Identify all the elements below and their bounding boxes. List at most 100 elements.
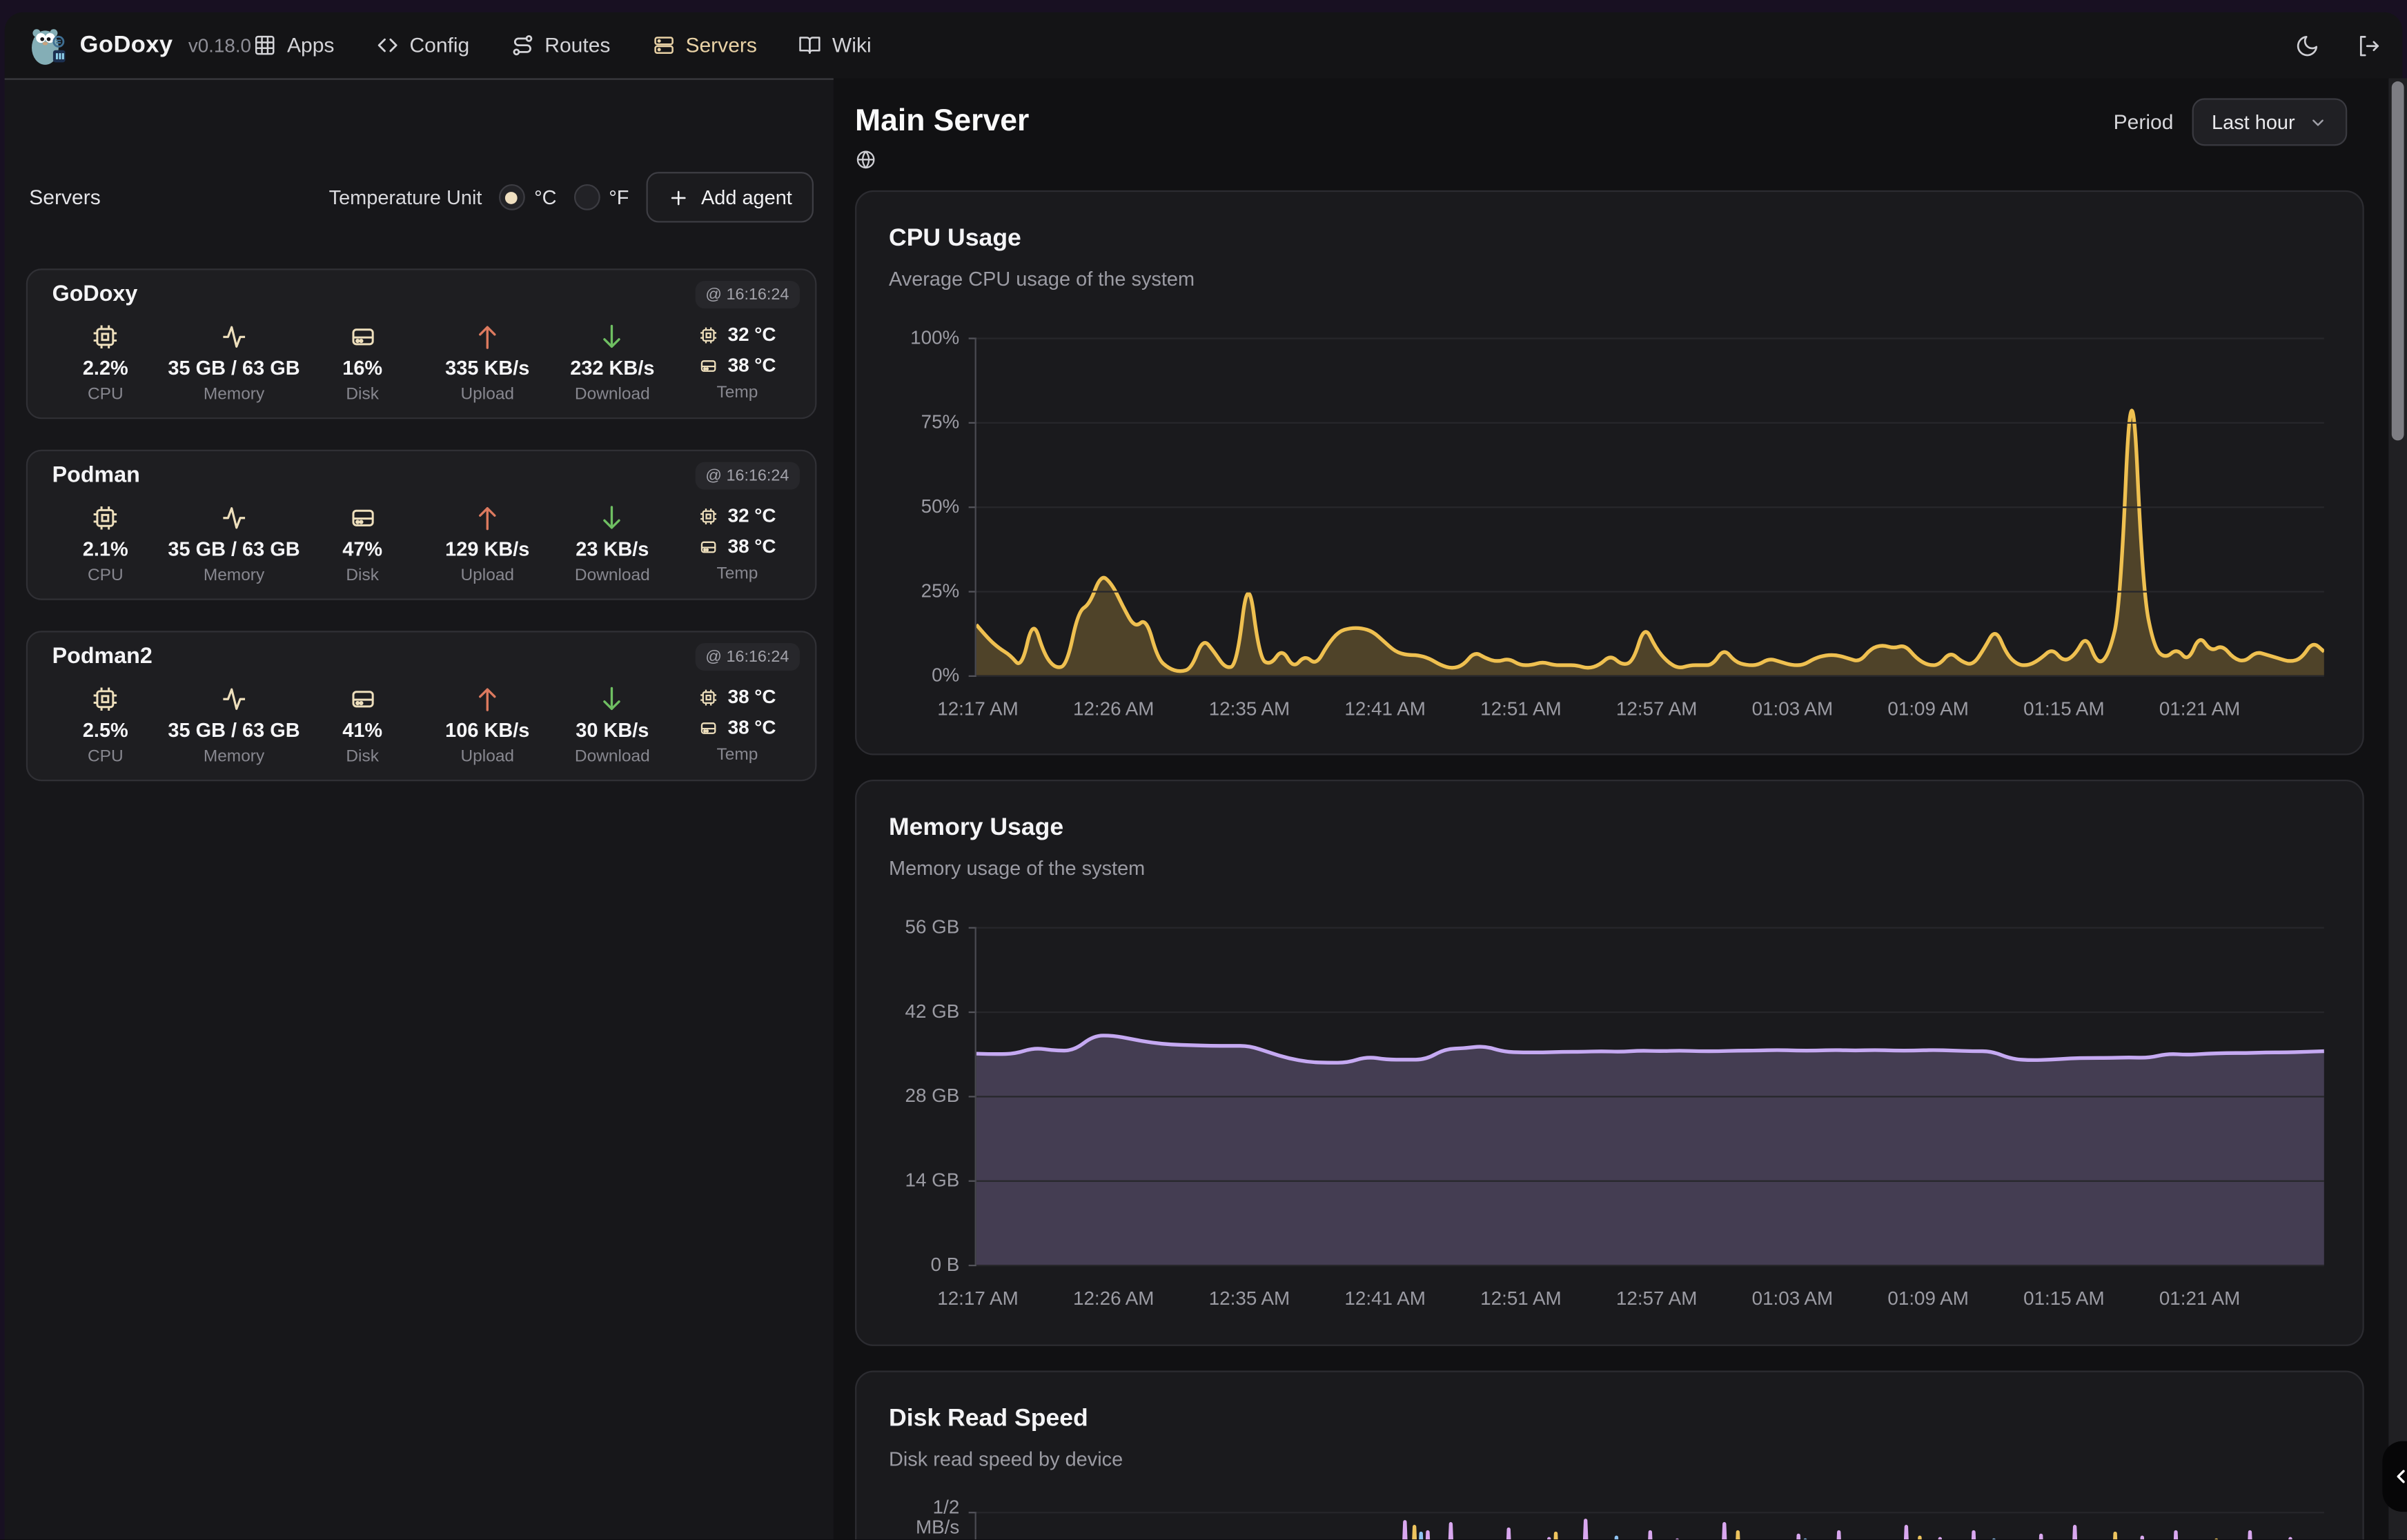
- y-axis-tick-label: 56 GB: [856, 916, 959, 938]
- stat-memory: 35 GB / 63 GB Memory: [168, 319, 299, 404]
- y-axis-tick-label: 1/2MB/s: [856, 1498, 959, 1538]
- nav-item-wiki[interactable]: Wiki: [798, 34, 872, 57]
- upload-value: 106 KB/s: [445, 715, 529, 744]
- x-axis-tick-label: 01:03 AM: [1752, 698, 1834, 720]
- x-axis-tick-label: 12:51 AM: [1480, 1287, 1562, 1309]
- y-axis-tick-label: 42 GB: [856, 1000, 959, 1022]
- stat-temp: 38 °C 38 °C Temp: [675, 682, 800, 766]
- nav-label: Servers: [685, 34, 756, 57]
- servers-panel-title: Servers: [29, 186, 100, 208]
- main-panel: Main Server Period Last hour CPU Usage A…: [834, 78, 2390, 1539]
- x-axis-tick-label: 01:21 AM: [2159, 1287, 2241, 1309]
- disk-label: Disk: [346, 385, 379, 404]
- x-axis-tick-label: 12:17 AM: [937, 698, 1019, 720]
- cpu-icon: [91, 322, 120, 351]
- upload-label: Upload: [460, 566, 514, 585]
- nav-item-apps[interactable]: Apps: [253, 34, 334, 57]
- x-axis-tick-label: 12:41 AM: [1344, 698, 1426, 720]
- plus-icon: [667, 186, 689, 208]
- server-card-godoxy[interactable]: GoDoxy @ 16:16:24 2.2% CPU 35 GB / 63 GB…: [26, 268, 817, 419]
- stat-disk: 16% Disk: [300, 319, 425, 404]
- memory-chart-subtitle: Memory usage of the system: [889, 856, 1145, 879]
- activity-icon: [219, 684, 248, 713]
- download-label: Download: [575, 747, 650, 766]
- arrow-down-icon: [598, 503, 627, 532]
- nav-label: Wiki: [832, 34, 872, 57]
- disk-value: 41%: [342, 715, 382, 744]
- logout-icon[interactable]: [2357, 33, 2381, 58]
- nav-items: Apps Config Routes Servers Wiki: [253, 12, 872, 79]
- code-icon: [376, 34, 399, 57]
- temp-label: Temp: [717, 746, 758, 764]
- memory-value: 35 GB / 63 GB: [168, 353, 299, 382]
- grid-icon: [253, 34, 276, 57]
- stat-upload: 106 KB/s Upload: [425, 682, 550, 766]
- top-navbar: GoDoxy v0.18.0 Apps Config Routes Server…: [5, 12, 2403, 79]
- cpu-temp-value: 32 °C: [728, 505, 776, 526]
- server-card-podman[interactable]: Podman @ 16:16:24 2.1% CPU 35 GB / 63 GB…: [26, 450, 817, 600]
- server-timestamp-badge: @ 16:16:24: [695, 281, 800, 308]
- panel-collapse-tab[interactable]: [2382, 1441, 2407, 1512]
- server-card-podman2[interactable]: Podman2 @ 16:16:24 2.5% CPU 35 GB / 63 G…: [26, 631, 817, 781]
- stat-download: 30 KB/s Download: [550, 682, 675, 766]
- radio-celsius[interactable]: °C: [499, 184, 557, 210]
- memory-label: Memory: [204, 385, 264, 404]
- nav-item-routes[interactable]: Routes: [511, 34, 610, 57]
- cpu-label: CPU: [88, 385, 124, 404]
- cpu-icon: [698, 324, 718, 344]
- nav-item-config[interactable]: Config: [376, 34, 470, 57]
- memory-label: Memory: [204, 566, 264, 585]
- disk-value: 47%: [342, 534, 382, 563]
- cpu-value: 2.5%: [83, 715, 128, 744]
- arrow-up-icon: [473, 503, 502, 532]
- hard-drive-icon: [348, 322, 377, 351]
- app-window: GoDoxy v0.18.0 Apps Config Routes Server…: [0, 0, 2407, 1540]
- download-label: Download: [575, 385, 650, 404]
- add-agent-button[interactable]: Add agent: [646, 172, 814, 222]
- disk-label: Disk: [346, 747, 379, 766]
- upload-label: Upload: [460, 385, 514, 404]
- radio-celsius-circle[interactable]: [499, 184, 525, 210]
- servers-panel: Servers Temperature Unit °C °F Add agent…: [5, 78, 834, 1539]
- nav-label: Apps: [287, 34, 334, 57]
- x-axis-tick-label: 01:09 AM: [1887, 1287, 1969, 1309]
- x-axis-tick-label: 01:15 AM: [2023, 698, 2105, 720]
- radio-fahrenheit[interactable]: °F: [573, 184, 629, 210]
- cpu-icon: [698, 687, 718, 707]
- cpu-label: CPU: [88, 747, 124, 766]
- activity-icon: [219, 503, 248, 532]
- download-value: 30 KB/s: [576, 715, 649, 744]
- server-timestamp-badge: @ 16:16:24: [695, 462, 800, 490]
- stat-cpu: 2.5% CPU: [43, 682, 168, 766]
- disk-read-speed-chart[interactable]: [976, 1512, 2324, 1540]
- radio-fahrenheit-circle[interactable]: [573, 184, 600, 210]
- download-value: 232 KB/s: [570, 353, 654, 382]
- hard-drive-icon: [698, 355, 718, 375]
- stat-disk: 47% Disk: [300, 500, 425, 584]
- disk-chart-subtitle: Disk read speed by device: [889, 1448, 1123, 1470]
- y-axis-tick-label: 0 B: [856, 1254, 959, 1275]
- brand: GoDoxy v0.18.0: [29, 12, 251, 79]
- cpu-icon: [91, 503, 120, 532]
- upload-value: 335 KB/s: [445, 353, 529, 382]
- add-agent-label: Add agent: [701, 186, 792, 208]
- x-axis-tick-label: 12:35 AM: [1209, 698, 1290, 720]
- cpu-chart-title: CPU Usage: [889, 226, 1021, 253]
- period-select[interactable]: Last hour: [2192, 98, 2347, 146]
- moon-icon[interactable]: [2295, 33, 2320, 58]
- cpu-value: 2.2%: [83, 353, 128, 382]
- globe-icon[interactable]: [855, 149, 876, 170]
- y-axis-tick-label: 0%: [856, 664, 959, 686]
- servers-panel-controls: Temperature Unit °C °F Add agent: [329, 172, 814, 222]
- arrow-down-icon: [598, 322, 627, 351]
- scrollbar-thumb[interactable]: [2392, 81, 2404, 441]
- nav-label: Routes: [544, 34, 610, 57]
- route-icon: [511, 34, 533, 57]
- x-axis-tick-label: 01:21 AM: [2159, 698, 2241, 720]
- server-name: Podman: [52, 464, 140, 488]
- nav-item-servers[interactable]: Servers: [652, 34, 757, 57]
- stat-disk: 41% Disk: [300, 682, 425, 766]
- stat-upload: 335 KB/s Upload: [425, 319, 550, 404]
- disk-read-speed-card: Disk Read Speed Disk read speed by devic…: [855, 1370, 2364, 1540]
- server-stats-row: 2.5% CPU 35 GB / 63 GB Memory 41% Disk 1…: [43, 682, 800, 766]
